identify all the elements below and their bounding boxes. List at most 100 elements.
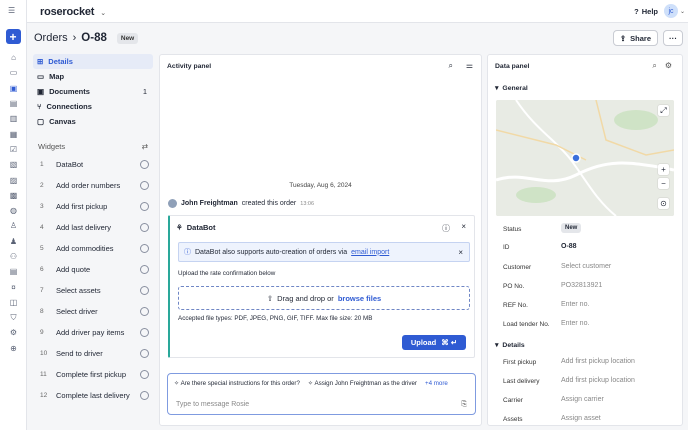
building-icon[interactable]: ▤ (0, 264, 27, 279)
list-icon[interactable]: ▥ (0, 111, 27, 126)
recenter-icon[interactable]: ⊙ (658, 198, 669, 209)
chevron-right-icon: › (72, 32, 77, 44)
settings-icon[interactable]: ⚙ (0, 325, 27, 340)
driver-icon[interactable]: ♟ (0, 234, 27, 249)
assets-field[interactable]: Assign asset (561, 415, 601, 422)
reports-icon[interactable]: ◫ (0, 295, 27, 310)
widget-item[interactable]: 10 Send to driver (33, 343, 153, 364)
widget-number: 11 (40, 371, 47, 378)
widget-item[interactable]: 11 Complete first pickup (33, 364, 153, 385)
search-icon[interactable]: ⌕ (449, 61, 453, 71)
field-label: Status (503, 226, 522, 233)
orders-icon[interactable]: ▣ (0, 81, 27, 96)
status-circle-icon (140, 181, 149, 190)
status-badge: New (561, 223, 582, 233)
widget-item[interactable]: 9 Add driver pay items (33, 322, 153, 343)
help-button[interactable]: ? Help (634, 7, 658, 16)
box-icon[interactable]: ▩ (0, 188, 27, 203)
widget-item[interactable]: 2 Add order numbers (33, 175, 153, 196)
widget-item[interactable]: 8 Select driver (33, 301, 153, 322)
more-suggestions[interactable]: +4 more (425, 380, 448, 387)
tasks-icon[interactable]: ☑ (0, 142, 27, 157)
share-button[interactable]: ⇪ Share (612, 30, 658, 46)
breadcrumb-orders[interactable]: Orders (34, 32, 68, 44)
status-circle-icon (140, 286, 149, 295)
widget-item[interactable]: 6 Add quote (33, 259, 153, 280)
databot-title: ⚘ DataBot (176, 223, 216, 232)
help-icon: ? (634, 7, 639, 16)
globe-icon[interactable]: ◍ (0, 203, 27, 218)
load-tender-field[interactable]: Enter no. (561, 320, 589, 327)
connections-icon: ⑂ (37, 102, 42, 111)
info-icon[interactable]: ⓘ (442, 223, 450, 234)
world-icon[interactable]: ⊕ (0, 341, 27, 356)
ref-number-field[interactable]: Enter no. (561, 301, 589, 308)
swap-icon[interactable]: ⇄ (142, 142, 148, 151)
menu-icon[interactable]: ☰ (8, 6, 15, 15)
field-label: Customer (503, 264, 532, 271)
field-label: PO No. (503, 283, 525, 290)
nav-canvas[interactable]: ▢ Canvas (33, 114, 153, 129)
money-icon[interactable]: ¤ (0, 279, 27, 294)
last-delivery-field[interactable]: Add first pickup location (561, 377, 635, 384)
zoom-in-button[interactable]: + (658, 164, 669, 175)
brand-logo[interactable]: roserocket ⌄ (40, 6, 106, 18)
widget-number: 6 (40, 266, 44, 273)
widget-item[interactable]: 5 Add commodities (33, 238, 153, 259)
close-icon[interactable]: × (458, 248, 463, 257)
people-icon[interactable]: ⚇ (0, 249, 27, 264)
shield-icon[interactable]: ⛉ (0, 310, 27, 325)
email-import-link[interactable]: email import (351, 249, 389, 256)
widget-item[interactable]: 1 DataBot (33, 154, 153, 175)
field-label: Last delivery (503, 378, 540, 385)
chat-input[interactable]: Type to message Rosie (176, 401, 249, 408)
zoom-out-button[interactable]: − (658, 178, 669, 189)
browse-files-link[interactable]: browse files (338, 294, 381, 303)
details-section-header[interactable]: ▾ Details (495, 341, 525, 350)
gear-icon[interactable]: ⚙ (665, 61, 672, 71)
order-map[interactable]: ⤢ + − ⊙ (496, 100, 674, 216)
chevron-down-icon[interactable]: ⌄ (680, 8, 685, 15)
avatar[interactable]: jc (664, 4, 678, 18)
inbox-icon[interactable]: ▭ (0, 65, 27, 80)
docs-icon[interactable]: ▧ (0, 157, 27, 172)
nav-documents[interactable]: ▣ Documents 1 (33, 84, 153, 99)
order-nav: ⊞ Details ▭ Map ▣ Documents 1 ⑂ Connections ▢… (33, 54, 153, 406)
close-icon[interactable]: × (461, 222, 466, 231)
customer-field[interactable]: Select customer (561, 263, 611, 270)
nav-connections[interactable]: ⑂ Connections (33, 99, 153, 114)
search-icon[interactable]: ⌕ (652, 61, 656, 71)
filter-icon[interactable]: ⚌ (466, 61, 473, 70)
home-icon[interactable]: ⌂ (0, 50, 27, 65)
expand-map-icon[interactable]: ⤢ (658, 105, 669, 116)
po-number-field[interactable]: PO32813921 (561, 282, 602, 289)
widget-item[interactable]: 7 Select assets (33, 280, 153, 301)
attach-icon[interactable]: ⎘ (461, 401, 467, 409)
suggestion-chip[interactable]: ✧ Assign John Freightman as the driver (308, 380, 417, 387)
page-header: Orders › O-88 New ⇪ Share ··· (27, 23, 688, 53)
more-options-button[interactable]: ··· (663, 30, 683, 46)
user-icon[interactable]: ♙ (0, 218, 27, 233)
truck-icon[interactable]: ▨ (0, 172, 27, 187)
widget-item[interactable]: 12 Complete last delivery (33, 385, 153, 406)
document-icon: ▣ (37, 87, 45, 96)
widget-label: Complete last delivery (56, 391, 130, 400)
field-label: REF No. (503, 302, 528, 309)
documents-count: 1 (142, 87, 147, 96)
first-pickup-field[interactable]: Add first pickup location (561, 358, 635, 365)
nav-map[interactable]: ▭ Map (33, 69, 153, 84)
widget-number: 2 (40, 182, 44, 189)
general-section-header[interactable]: ▾ General (495, 84, 528, 93)
upload-button[interactable]: Upload ⌘ ↵ (402, 335, 466, 350)
board-icon[interactable]: ▤ (0, 96, 27, 111)
share-icon: ⇪ (619, 33, 627, 43)
carrier-field[interactable]: Assign carrier (561, 396, 604, 403)
suggestion-chip[interactable]: ✧ Are there special instructions for thi… (174, 380, 300, 387)
widget-item[interactable]: 3 Add first pickup (33, 196, 153, 217)
widget-item[interactable]: 4 Add last delivery (33, 217, 153, 238)
create-button[interactable]: + (5, 29, 21, 44)
nav-details[interactable]: ⊞ Details (33, 54, 153, 69)
file-dropzone[interactable]: ⇧ Drag and drop or browse files (178, 286, 470, 310)
widget-label: Add commodities (56, 244, 114, 253)
calendar-icon[interactable]: ▦ (0, 126, 27, 141)
